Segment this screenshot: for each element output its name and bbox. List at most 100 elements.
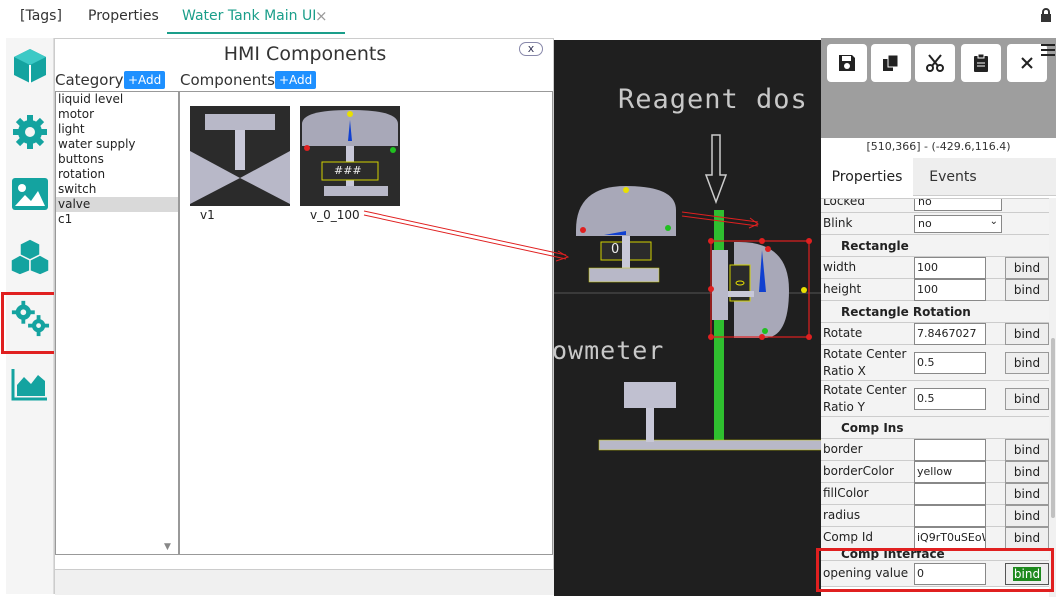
bind-button[interactable]: bind [1005,352,1049,374]
sidebar-item-settings[interactable] [10,112,50,152]
hmi-title: HMI Components [223,43,387,65]
category-item[interactable]: buttons [56,152,178,167]
bind-button[interactable]: bind [1005,439,1049,461]
bind-button[interactable]: bind [1005,527,1049,549]
component-thumb-v1[interactable] [190,106,290,206]
category-item-selected[interactable]: valve [56,197,178,212]
save-button[interactable] [827,44,867,82]
properties-scrollbar-thumb[interactable] [1051,338,1055,518]
image-icon [12,178,48,210]
category-item[interactable]: rotation [56,167,178,182]
bind-button[interactable]: bind [1005,505,1049,527]
prop-row-border: border bind [821,439,1049,461]
bind-button[interactable]: bind [1005,257,1049,279]
tab-properties[interactable]: Properties [88,8,159,24]
bind-button[interactable]: bind [1005,279,1049,301]
opening-value-highlight [816,548,1054,592]
border-color-input[interactable]: yellow [914,461,986,483]
hmi-bottom-bar [55,569,555,595]
menu-icon[interactable] [1041,44,1055,56]
tab-close-icon[interactable]: × [315,7,328,25]
sidebar-item-components[interactable] [10,46,50,86]
prop-row-fill-color: fillColor bind [821,483,1049,505]
bind-button[interactable]: bind [1005,483,1049,505]
sidebar-item-assets[interactable] [10,236,50,276]
cut-icon [926,54,944,72]
locked-value: no [918,198,932,208]
category-item[interactable]: light [56,122,178,137]
add-component-button[interactable]: +Add [275,71,317,89]
hmi-close-button[interactable]: x [519,42,543,56]
tab-properties-label: Properties [88,8,159,24]
prop-label: Comp Id [823,530,873,544]
prop-row-radius: radius bind [821,505,1049,527]
tab-tags[interactable]: [Tags] [20,8,62,24]
valve-with-meter-icon [300,106,400,206]
prop-label: borderColor [823,464,894,478]
area-chart-icon [11,369,47,401]
bind-button[interactable]: bind [1005,323,1049,345]
cube-icon [14,49,46,83]
add-category-button[interactable]: +Add [124,71,166,89]
tab-water-tank-main-ui[interactable]: Water Tank Main UI × [167,0,345,34]
components-header: Components [180,71,275,89]
valve-icon [190,106,290,206]
coordinates-readout: [510,366] - (-429.6,116.4) [866,140,1011,153]
properties-tabs: Properties Events [821,158,1056,196]
comp-id-input[interactable]: iQ9rT0uSEoW2d [914,527,986,549]
prop-label: Rotate [823,326,863,340]
rotate-y-input[interactable]: 0.5 [914,388,986,410]
fill-color-input[interactable] [914,483,986,505]
prop-row-border-color: borderColor yellow bind [821,461,1049,483]
blink-select[interactable]: no ⌄ [914,215,1002,233]
components-area: v1 ### v_0_100 [179,91,553,555]
blink-value: no [918,217,932,230]
lock-icon[interactable] [1040,8,1052,22]
prop-label: height [823,282,862,296]
rotate-input[interactable]: 7.8467027 [914,323,986,345]
tab-water-tank-label: Water Tank Main UI [182,8,317,24]
component-thumb-v_0_100[interactable]: ### [300,106,400,206]
paste-button[interactable] [961,44,1001,82]
section-rectangle: Rectangle [821,235,1049,257]
canvas-text-flowmeter: owmeter [554,336,665,365]
width-input[interactable]: 100 [914,257,986,279]
design-canvas[interactable]: Reagent dos owmeter 0 [554,40,824,596]
rotate-x-input[interactable]: 0.5 [914,352,986,374]
sidebar-item-charts[interactable] [10,364,50,404]
locked-select[interactable]: no [914,198,1002,211]
prop-row-rotate-x: Rotate Center Ratio X 0.5 bind [821,345,1049,381]
prop-row-blink: Blink no ⌄ [821,213,1049,235]
copy-button[interactable] [871,44,911,82]
category-item[interactable]: water supply [56,137,178,152]
tab-tags-label: [Tags] [20,8,62,24]
category-item[interactable]: motor [56,107,178,122]
gear-icon [13,115,47,149]
drag-arrow [363,210,570,262]
scroll-down-icon[interactable]: ▼ [164,542,171,552]
category-list: liquid level motor light water supply bu… [55,91,179,555]
component-hash-text: ### [334,164,362,177]
canvas-text-reagent: Reagent dos [618,84,808,115]
top-tab-bar: [Tags] Properties Water Tank Main UI × [0,0,1056,36]
category-item[interactable]: c1 [56,212,178,227]
component-label-v1: v1 [200,208,215,222]
properties-toolbar [821,38,1056,138]
sidebar-item-images[interactable] [10,174,50,214]
radius-input[interactable] [914,505,986,527]
component-label-v_0_100: v_0_100 [310,208,360,222]
prop-row-comp-id: Comp Id iQ9rT0uSEoW2d bind [821,527,1049,549]
category-item[interactable]: switch [56,182,178,197]
border-input[interactable] [914,439,986,461]
hmi-components-panel: HMI Components x Category +Add Component… [54,38,555,595]
tab-events[interactable]: Events [913,158,993,196]
prop-label: Locked [823,198,865,208]
paste-icon [974,53,988,72]
category-item[interactable]: liquid level [56,92,178,107]
bind-button[interactable]: bind [1005,388,1049,410]
tab-properties-panel[interactable]: Properties [821,158,913,196]
bind-button[interactable]: bind [1005,461,1049,483]
height-input[interactable]: 100 [914,279,986,301]
cut-button[interactable] [915,44,955,82]
prop-label: radius [823,508,861,522]
